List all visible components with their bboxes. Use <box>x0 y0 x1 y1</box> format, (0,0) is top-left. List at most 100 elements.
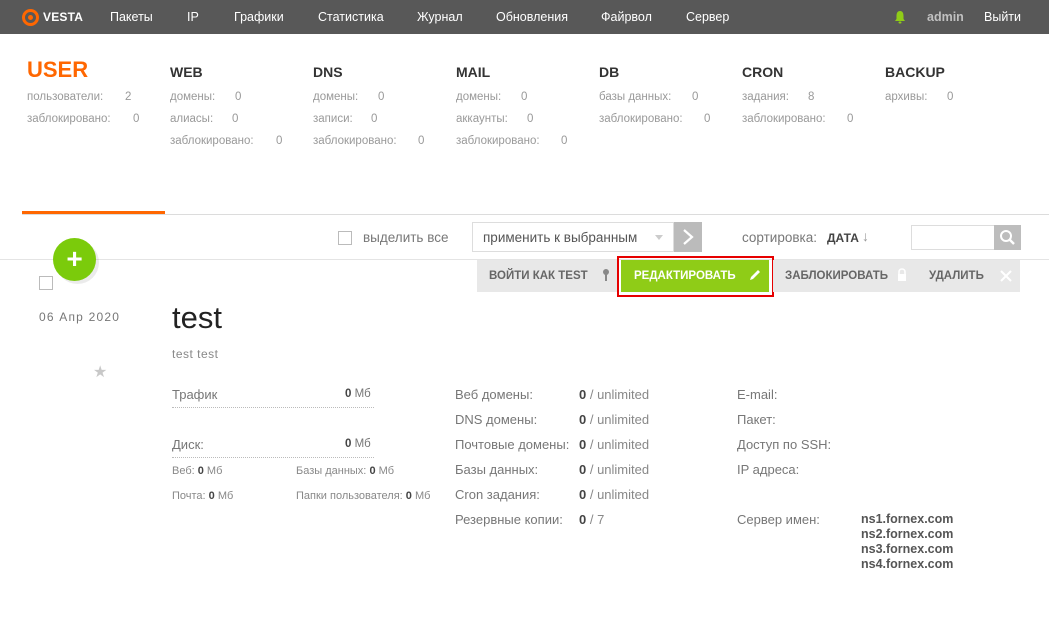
limit-databases-value: 0 / unlimited <box>579 462 650 477</box>
stats-backup-title: BACKUP <box>885 64 945 80</box>
nav-username[interactable]: admin <box>927 0 964 34</box>
chevron-right-icon <box>683 229 694 245</box>
traffic-label: Трафик <box>172 387 218 402</box>
disk-mail: Почта: 0 Мб <box>172 490 234 502</box>
plus-icon: + <box>66 243 83 274</box>
search-input[interactable] <box>911 225 995 250</box>
stats-mail-title: MAIL <box>456 64 491 80</box>
traffic-value: 0 Мб <box>345 388 371 400</box>
nav-logout[interactable]: Выйти <box>984 0 1021 34</box>
stats-dns-title: DNS <box>313 64 343 80</box>
nav-graphs[interactable]: Графики <box>234 0 284 34</box>
limit-web-domains-value: 0 / unlimited <box>579 387 650 402</box>
stats-web-row: заблокировано: 0 <box>170 135 283 147</box>
select-all-label[interactable]: выделить все <box>363 230 448 245</box>
stats-mail-row: заблокировано: 0 <box>456 135 568 147</box>
sort-label: сортировка: <box>742 230 817 245</box>
close-icon <box>1000 270 1012 282</box>
select-all-checkbox[interactable] <box>338 231 352 245</box>
traffic-divider <box>172 407 374 408</box>
stats-backup-row: архивы: 0 <box>885 91 954 103</box>
stats-user-title: USER <box>27 57 89 82</box>
star-icon[interactable]: ★ <box>93 362 107 382</box>
stats-user-row: заблокировано: 0 <box>27 113 140 125</box>
stats-cron-title: CRON <box>742 64 784 80</box>
stats-db-row: базы данных: 0 <box>599 91 699 103</box>
bell-icon[interactable] <box>894 10 906 24</box>
stats-db-row: заблокировано: 0 <box>599 113 711 125</box>
disk-label: Диск: <box>172 437 204 452</box>
limit-cron-value: 0 / unlimited <box>579 487 650 502</box>
logo-text: VESTA <box>43 10 84 24</box>
stats-web-title: WEB <box>170 64 203 80</box>
stats-cron-row: заблокировано: 0 <box>742 113 854 125</box>
suspend-button[interactable]: ЗАБЛОКИРОВАТЬ <box>773 260 917 292</box>
stats-cron-row: задания: 8 <box>742 91 815 103</box>
user-name: test <box>172 300 222 335</box>
stats-db[interactable]: DB базы данных: 0 заблокировано: 0 <box>599 58 710 130</box>
stats-web-row: домены: 0 <box>170 91 242 103</box>
key-icon <box>603 269 609 281</box>
stats-mail-row: домены: 0 <box>456 91 528 103</box>
sort-direction-icon[interactable]: ↓ <box>862 228 869 244</box>
stats-dns[interactable]: DNS домены: 0 записи: 0 заблокировано: 0 <box>313 58 424 152</box>
name-server: ns2.fornex.com <box>861 527 954 541</box>
stats-web-row: алиасы: 0 <box>170 113 239 125</box>
stats-cron[interactable]: CRON задания: 8 заблокировано: 0 <box>742 58 853 130</box>
header-divider <box>22 214 1049 215</box>
package-label: Пакет: <box>737 412 776 427</box>
nav-log[interactable]: Журнал <box>417 0 463 34</box>
limit-dns-domains-value: 0 / unlimited <box>579 412 650 427</box>
search-button[interactable] <box>994 225 1021 250</box>
disk-web: Веб: 0 Мб <box>172 465 223 477</box>
stats-backup[interactable]: BACKUP архивы: 0 <box>885 58 953 108</box>
name-servers-label: Сервер имен: <box>737 512 820 527</box>
name-server: ns3.fornex.com <box>861 542 954 556</box>
caret-down-icon <box>655 235 663 240</box>
login-as-label: ВОЙТИ КАК TEST <box>489 270 588 282</box>
bulk-apply-button[interactable] <box>674 222 702 252</box>
stats-dns-row: заблокировано: 0 <box>313 135 425 147</box>
stats-user-row: пользователи: 2 <box>27 91 132 103</box>
add-user-button[interactable]: + <box>53 238 96 281</box>
login-as-button[interactable]: ВОЙТИ КАК TEST <box>477 260 617 292</box>
limit-mail-domains-label: Почтовые домены: <box>455 437 570 452</box>
nav-statistics[interactable]: Статистика <box>318 0 384 34</box>
delete-button[interactable]: УДАЛИТЬ <box>917 260 1020 292</box>
nav-packages[interactable]: Пакеты <box>110 0 153 34</box>
limit-web-domains-label: Веб домены: <box>455 387 533 402</box>
stats-db-title: DB <box>599 64 620 80</box>
limit-backups-label: Резервные копии: <box>455 512 563 527</box>
email-label: E-mail: <box>737 387 778 402</box>
bulk-action-select[interactable]: применить к выбранным <box>472 222 674 252</box>
limit-databases-label: Базы данных: <box>455 462 539 477</box>
stats-mail[interactable]: MAIL домены: 0 аккаунты: 0 заблокировано: 0 <box>456 58 567 152</box>
edit-button-highlight <box>617 256 774 297</box>
disk-user-dirs: Папки пользователя: 0 Мб <box>296 490 431 502</box>
suspend-label: ЗАБЛОКИРОВАТЬ <box>785 270 889 282</box>
stats-dns-row: домены: 0 <box>313 91 385 103</box>
nav-firewall[interactable]: Файрвол <box>601 0 652 34</box>
user-created-date: 06 Апр 2020 <box>39 310 121 324</box>
ip-addresses-label: IP адреса: <box>737 462 800 477</box>
ssh-access-label: Доступ по SSH: <box>737 437 832 452</box>
stats-user[interactable]: USER пользователи: 2 заблокировано: 0 <box>27 58 139 130</box>
stats-mail-row: аккаунты: 0 <box>456 113 534 125</box>
name-server: ns1.fornex.com <box>861 512 954 526</box>
delete-label: УДАЛИТЬ <box>929 270 984 282</box>
nav-ip[interactable]: IP <box>187 0 199 34</box>
row-checkbox[interactable] <box>39 276 53 290</box>
sort-value[interactable]: ДАТА <box>827 231 859 245</box>
vesta-logo-icon <box>22 8 39 26</box>
disk-value: 0 Мб <box>345 438 371 450</box>
search-icon <box>1000 230 1015 245</box>
nav-server[interactable]: Сервер <box>686 0 729 34</box>
vesta-logo[interactable]: VESTA <box>22 8 83 26</box>
limit-cron-label: Cron задания: <box>455 487 540 502</box>
stats-web[interactable]: WEB домены: 0 алиасы: 0 заблокировано: 0 <box>170 58 282 152</box>
nav-updates[interactable]: Обновления <box>496 0 568 34</box>
name-server: ns4.fornex.com <box>861 557 954 571</box>
user-full-name: test test <box>172 347 219 361</box>
disk-divider <box>172 457 374 458</box>
limit-backups-value: 0 / 7 <box>579 512 605 527</box>
